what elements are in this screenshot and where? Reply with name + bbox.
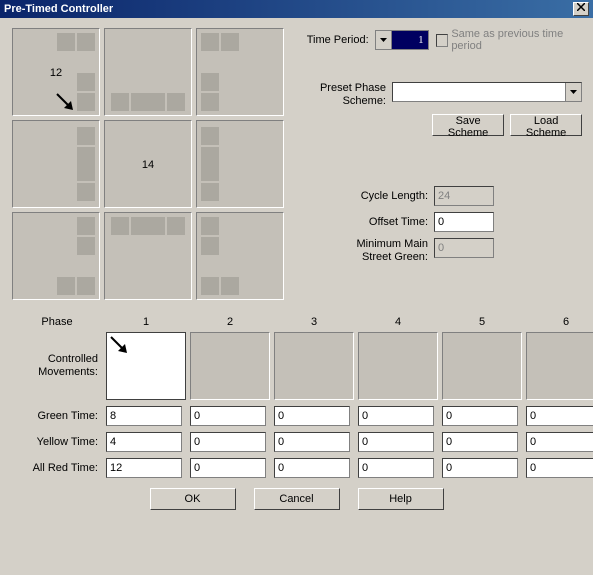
same-as-previous-label: Same as previous time period [451, 28, 582, 52]
phase-col-1: 1 [106, 316, 186, 328]
yellow-time-2[interactable] [190, 432, 266, 452]
grid-cell-ne[interactable] [196, 28, 284, 116]
yellow-time-3[interactable] [274, 432, 350, 452]
movement-box-3[interactable] [274, 332, 354, 400]
min-main-green-label-2: Street Green: [362, 251, 428, 263]
load-scheme-button[interactable]: Load Scheme [510, 114, 582, 136]
green-time-1[interactable] [106, 406, 182, 426]
grid-cell-nw[interactable]: 12 [12, 28, 100, 116]
all-red-time-4[interactable] [358, 458, 434, 478]
all-red-time-2[interactable] [190, 458, 266, 478]
chevron-down-icon[interactable] [376, 31, 392, 49]
phase-header-row: Phase 1 2 3 4 5 6 [12, 316, 581, 328]
preset-scheme-input[interactable] [393, 83, 565, 101]
offset-time-input[interactable] [434, 212, 494, 232]
grid-cell-e[interactable] [196, 120, 284, 208]
title-bar: Pre-Timed Controller [0, 0, 593, 18]
phase-header-label: Phase [12, 316, 102, 328]
grid-cell-sw[interactable] [12, 212, 100, 300]
intersection-grid: 12 [12, 28, 284, 300]
time-period-label: Time Period: [304, 34, 375, 46]
movement-box-2[interactable] [190, 332, 270, 400]
yellow-time-5[interactable] [442, 432, 518, 452]
cycle-length-label: Cycle Length: [304, 190, 434, 202]
ok-button[interactable]: OK [150, 488, 236, 510]
green-time-5[interactable] [442, 406, 518, 426]
phase-col-5: 5 [442, 316, 522, 328]
time-period-spinner[interactable] [375, 30, 429, 50]
yellow-time-label: Yellow Time: [12, 436, 102, 448]
controlled-movements-label: Controlled Movements: [38, 353, 98, 378]
phase-col-2: 2 [190, 316, 270, 328]
grid-cell-s[interactable] [104, 212, 192, 300]
preset-scheme-combo[interactable] [392, 82, 582, 102]
cycle-length-input [434, 186, 494, 206]
time-period-input[interactable] [392, 31, 428, 49]
phase-col-6: 6 [526, 316, 593, 328]
all-red-time-label: All Red Time: [12, 462, 102, 474]
all-red-time-5[interactable] [442, 458, 518, 478]
preset-scheme-label-1: Preset Phase [320, 82, 386, 94]
grid-cell-center[interactable]: 14 [104, 120, 192, 208]
grid-cell-w[interactable] [12, 120, 100, 208]
min-main-green-label-1: Minimum Main [356, 238, 428, 250]
green-time-label: Green Time: [12, 410, 102, 422]
chevron-down-icon[interactable] [565, 83, 581, 101]
close-button[interactable] [573, 2, 589, 16]
phase-col-3: 3 [274, 316, 354, 328]
offset-time-label: Offset Time: [304, 216, 434, 228]
preset-scheme-label-2: Scheme: [343, 95, 386, 107]
help-button[interactable]: Help [358, 488, 444, 510]
grid-cell-label: 14 [105, 159, 191, 171]
yellow-time-6[interactable] [526, 432, 593, 452]
green-time-4[interactable] [358, 406, 434, 426]
yellow-time-4[interactable] [358, 432, 434, 452]
movement-box-1[interactable] [106, 332, 186, 400]
arrow-se-icon [55, 92, 75, 112]
all-red-time-6[interactable] [526, 458, 593, 478]
grid-cell-n[interactable] [104, 28, 192, 116]
all-red-time-3[interactable] [274, 458, 350, 478]
yellow-time-1[interactable] [106, 432, 182, 452]
same-as-previous-checkbox [436, 34, 448, 47]
green-time-3[interactable] [274, 406, 350, 426]
movement-box-4[interactable] [358, 332, 438, 400]
green-time-6[interactable] [526, 406, 593, 426]
arrow-se-icon [109, 335, 129, 355]
movement-box-5[interactable] [442, 332, 522, 400]
grid-cell-se[interactable] [196, 212, 284, 300]
green-time-2[interactable] [190, 406, 266, 426]
save-scheme-button[interactable]: Save Scheme [432, 114, 504, 136]
phase-col-4: 4 [358, 316, 438, 328]
all-red-time-1[interactable] [106, 458, 182, 478]
cancel-button[interactable]: Cancel [254, 488, 340, 510]
min-main-green-input [434, 238, 494, 258]
grid-cell-label: 12 [13, 67, 99, 79]
movement-box-6[interactable] [526, 332, 593, 400]
window-title: Pre-Timed Controller [4, 0, 113, 18]
